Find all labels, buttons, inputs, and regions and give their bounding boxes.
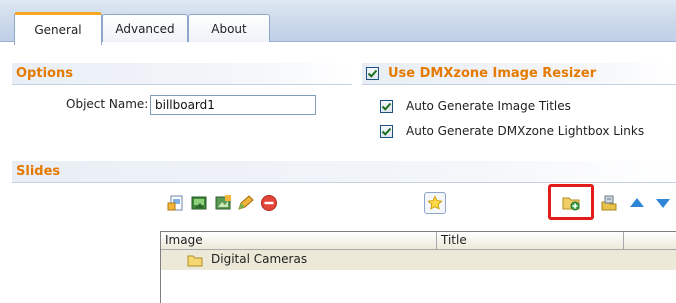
checkmark-icon xyxy=(381,127,392,136)
star-button[interactable] xyxy=(424,192,446,214)
slides-grid[interactable]: Image Title Digital Cameras xyxy=(160,231,676,303)
table-row[interactable]: Digital Cameras xyxy=(161,250,676,270)
object-name-input[interactable] xyxy=(150,95,316,115)
grid-header: Image Title xyxy=(161,232,676,250)
move-to-folder-icon[interactable] xyxy=(600,194,618,212)
object-name-label: Object Name: xyxy=(66,97,149,111)
add-image-icon[interactable] xyxy=(166,194,184,212)
auto-titles-label: Auto Generate Image Titles xyxy=(406,99,571,113)
checkmark-icon xyxy=(367,69,378,78)
checkmark-icon xyxy=(381,102,392,111)
star-icon xyxy=(427,195,443,210)
column-header-title[interactable]: Title xyxy=(437,232,624,249)
slides-header: Slides xyxy=(12,161,676,183)
tab-about[interactable]: About xyxy=(188,14,270,42)
auto-titles-checkbox[interactable] xyxy=(380,100,393,113)
tab-general[interactable]: General xyxy=(14,12,102,45)
tab-advanced[interactable]: Advanced xyxy=(102,14,188,42)
use-resizer-label: Use DMXzone Image Resizer xyxy=(388,66,597,81)
auto-lightbox-checkbox[interactable] xyxy=(380,125,393,138)
add-folder-icon[interactable] xyxy=(562,193,580,211)
options-header: Options xyxy=(12,63,352,85)
move-down-icon[interactable] xyxy=(654,194,672,212)
folder-icon xyxy=(187,255,203,267)
pencil-icon[interactable] xyxy=(236,194,254,212)
row-image-label: Digital Cameras xyxy=(211,252,308,266)
delete-icon[interactable] xyxy=(260,194,278,212)
use-resizer-checkbox[interactable] xyxy=(366,67,379,80)
replace-image-icon[interactable] xyxy=(214,194,232,212)
edit-image-icon[interactable] xyxy=(190,194,208,212)
move-up-icon[interactable] xyxy=(628,194,646,212)
column-header-image[interactable]: Image xyxy=(161,232,437,249)
auto-lightbox-label: Auto Generate DMXzone Lightbox Links xyxy=(406,124,645,138)
